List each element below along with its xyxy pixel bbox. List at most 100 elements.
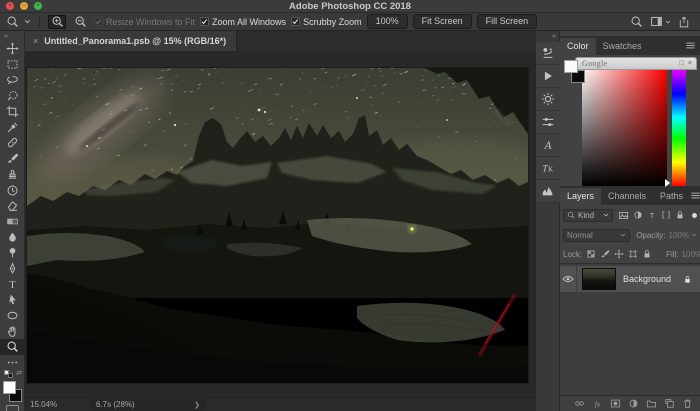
tab-swatches[interactable]: Swatches	[596, 38, 649, 55]
opacity-value[interactable]: 100%	[669, 231, 697, 240]
canvas-image[interactable]	[27, 68, 528, 383]
swap-colors-icon[interactable]: ⇄	[16, 369, 22, 377]
status-zoom-field[interactable]: 15.04%	[30, 400, 76, 409]
dock-panel-brush-settings[interactable]	[536, 42, 560, 65]
dock-panel-adjustments[interactable]	[536, 88, 560, 111]
tool-hand[interactable]	[0, 323, 25, 339]
google-floating-window[interactable]: Google □ ×	[575, 57, 697, 70]
filter-kind-dropdown[interactable]: Kind	[563, 209, 613, 222]
tool-blur[interactable]	[0, 229, 25, 245]
scrubby-zoom-checkbox[interactable]: Scrubby Zoom	[291, 17, 362, 27]
tool-history-brush[interactable]	[0, 182, 25, 198]
adjustment-layer-icon[interactable]	[628, 398, 639, 409]
search-icon[interactable]	[630, 15, 643, 28]
dock-panel-sliders[interactable]	[536, 111, 560, 134]
tool-gradient[interactable]	[0, 214, 25, 230]
lock-transparency-icon[interactable]	[586, 249, 596, 259]
toolbar-collapse-button[interactable]: »	[0, 31, 24, 41]
tool-shape[interactable]	[0, 308, 25, 324]
zoom-in-button[interactable]	[48, 15, 66, 29]
filter-smart-objects-icon[interactable]	[675, 210, 685, 220]
fill-value[interactable]: 100%	[682, 250, 700, 259]
lock-artboard-icon[interactable]	[628, 249, 638, 259]
dock-panel-glyphs[interactable]: A	[536, 134, 560, 157]
add-mask-icon[interactable]	[610, 398, 621, 409]
link-layers-icon[interactable]	[574, 398, 585, 409]
tool-move[interactable]	[0, 41, 25, 57]
character-icon: TK	[541, 161, 555, 175]
tool-marquee[interactable]	[0, 57, 25, 73]
filter-shape-layers-icon[interactable]	[661, 210, 671, 220]
zoom-out-button[interactable]	[71, 15, 89, 29]
google-window-close-button[interactable]: ×	[688, 60, 692, 67]
tool-object-selection[interactable]	[0, 88, 25, 104]
dock-panel-character[interactable]: TK	[536, 157, 560, 180]
tool-preset-chevron-icon[interactable]	[24, 18, 31, 25]
eraser-icon	[6, 199, 19, 212]
panel-menu-icon[interactable]	[690, 190, 700, 201]
dock-panel-histogram[interactable]	[536, 180, 560, 203]
lock-all-icon[interactable]	[642, 249, 652, 259]
lock-pixels-icon[interactable]	[600, 249, 610, 259]
hue-slider[interactable]	[672, 68, 686, 186]
status-info[interactable]: 6.7s (28%) ❯	[90, 399, 206, 410]
workspace-switcher[interactable]	[650, 15, 671, 28]
zoom-window-button[interactable]: +	[34, 2, 42, 10]
tool-clone-stamp[interactable]	[0, 167, 25, 183]
filter-type-layers-icon[interactable]: T	[647, 210, 657, 220]
tab-paths[interactable]: Paths	[653, 188, 690, 205]
blend-mode-dropdown[interactable]: Normal	[563, 229, 630, 242]
dodge-icon	[6, 246, 19, 259]
tool-brush[interactable]	[0, 151, 25, 167]
google-window-maximize-button[interactable]: □	[680, 60, 684, 67]
new-group-icon[interactable]	[646, 398, 657, 409]
eye-icon	[562, 273, 574, 285]
new-layer-icon[interactable]	[664, 398, 675, 409]
share-icon[interactable]	[678, 16, 690, 28]
delete-layer-icon[interactable]	[682, 398, 693, 409]
minimize-window-button[interactable]: −	[20, 2, 28, 10]
close-window-button[interactable]: ×	[6, 2, 14, 10]
tool-healing[interactable]	[0, 135, 25, 151]
layer-style-icon[interactable]: fx	[592, 398, 603, 409]
layer-row-background[interactable]: Background	[560, 266, 700, 292]
tool-zoom[interactable]	[0, 339, 25, 355]
crop-icon	[6, 105, 19, 118]
foreground-color-swatch[interactable]	[3, 381, 16, 394]
dock-collapse-button[interactable]: «	[536, 31, 559, 42]
fit-screen-button[interactable]: Fit Screen	[413, 14, 472, 29]
filter-pixel-layers-icon[interactable]	[618, 210, 629, 221]
gradient-icon	[6, 215, 19, 228]
tool-dodge[interactable]	[0, 245, 25, 261]
layer-thumbnail[interactable]	[582, 268, 616, 290]
status-menu-chevron-icon[interactable]: ❯	[194, 401, 200, 409]
lock-position-icon[interactable]	[614, 249, 624, 259]
tool-pen[interactable]	[0, 261, 25, 277]
tool-crop[interactable]	[0, 104, 25, 120]
tool-path-selection[interactable]	[0, 292, 25, 308]
tab-color[interactable]: Color	[560, 38, 596, 55]
canvas-pasteboard[interactable]	[25, 51, 536, 397]
tab-channels[interactable]: Channels	[601, 188, 653, 205]
default-swap-colors[interactable]: ⇄	[0, 369, 25, 379]
filter-toggle[interactable]	[692, 213, 697, 218]
tab-layers[interactable]: Layers	[560, 188, 601, 205]
tool-eyedropper[interactable]	[0, 119, 25, 135]
layer-visibility-toggle[interactable]	[560, 266, 577, 292]
close-tab-icon[interactable]: ×	[33, 36, 38, 46]
eyedropper-icon	[6, 121, 19, 134]
color-field[interactable]	[582, 68, 667, 186]
zoom-all-windows-checkbox[interactable]: Zoom All Windows	[200, 17, 286, 27]
tool-lasso[interactable]	[0, 72, 25, 88]
fill-screen-button[interactable]: Fill Screen	[477, 14, 538, 29]
hue-slider-marker[interactable]	[665, 179, 670, 187]
dock-panel-actions[interactable]	[536, 65, 560, 88]
screen-mode-button[interactable]	[6, 405, 19, 411]
panel-menu-icon[interactable]	[685, 40, 696, 51]
document-tab[interactable]: × Untitled_Panorama1.psb @ 15% (RGB/16*)	[25, 31, 237, 51]
panel-foreground-swatch[interactable]	[564, 60, 578, 73]
filter-adjustment-layers-icon[interactable]	[633, 210, 643, 220]
tool-eraser[interactable]	[0, 198, 25, 214]
tool-type[interactable]: T	[0, 276, 25, 292]
zoom-100-button[interactable]: 100%	[367, 14, 408, 29]
